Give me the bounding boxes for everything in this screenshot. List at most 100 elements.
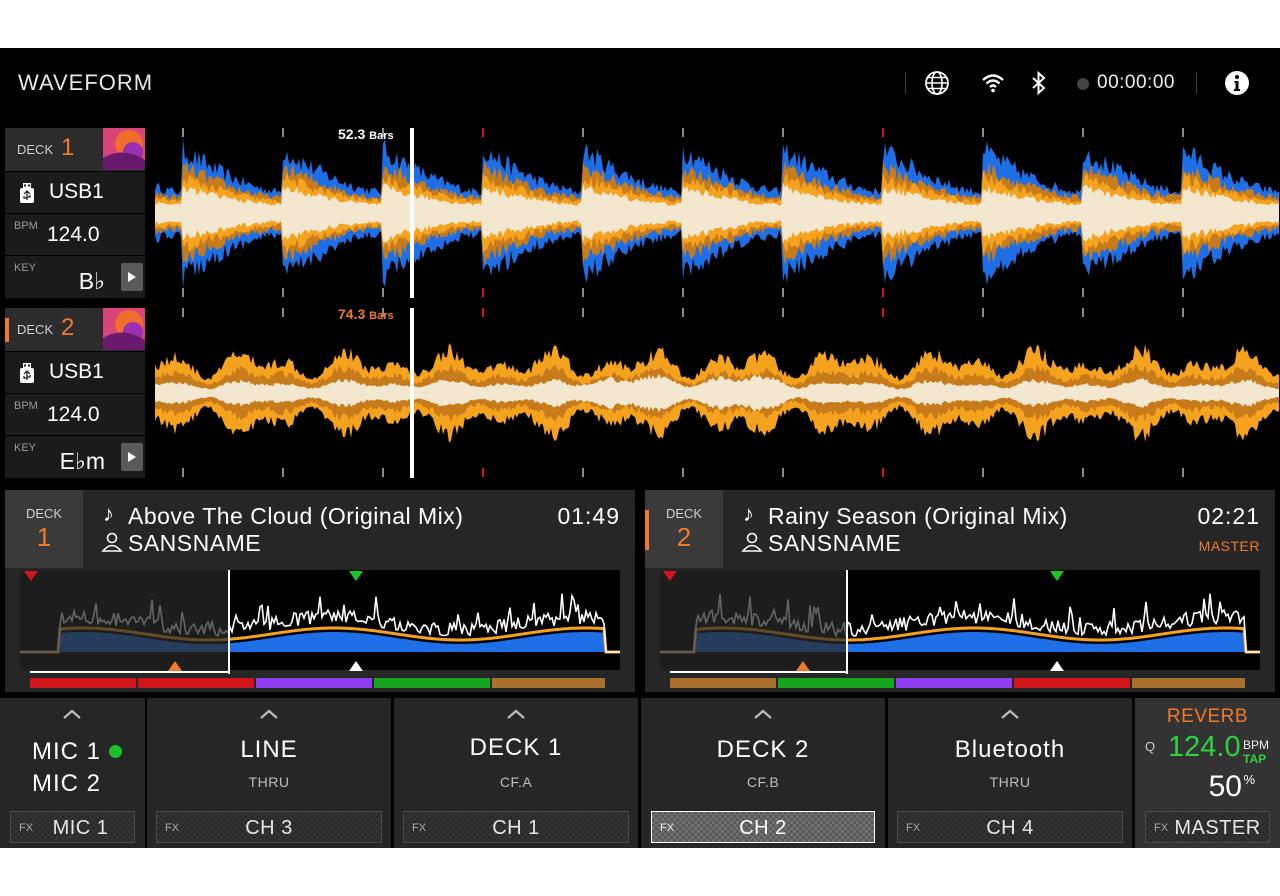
fx-assign-button-ch4[interactable]: FX CH 4 — [897, 811, 1123, 843]
played-region — [20, 570, 228, 670]
waveform-screen: WAVEFORM 00:00:00 DECK 1 USB1 BPM 124.0 … — [0, 48, 1280, 848]
deck-2-bars-counter: 74.3 Bars — [338, 306, 394, 322]
chevron-up-icon[interactable] — [753, 708, 773, 720]
mic-2-label[interactable]: MIC 2 — [32, 770, 101, 798]
mic-1-label[interactable]: MIC 1 — [32, 738, 123, 766]
fx-value: CH 4 — [986, 817, 1034, 839]
beat-marker — [782, 308, 784, 317]
globe-icon[interactable] — [924, 70, 950, 96]
hot-cue-segment — [374, 678, 490, 688]
beat-marker — [182, 128, 184, 137]
deck-2-zoom-waveform[interactable] — [155, 308, 1280, 478]
deck-2-overview-waveform[interactable] — [660, 570, 1260, 690]
key-expand-button[interactable] — [121, 443, 143, 471]
chevron-up-icon[interactable] — [259, 708, 279, 720]
header-divider — [1196, 72, 1197, 94]
beat-marker — [1082, 468, 1084, 477]
progress-line — [30, 671, 228, 673]
beat-marker — [682, 468, 684, 477]
deck-1-zoom-waveform[interactable] — [155, 128, 1280, 298]
channel-bluetooth: Bluetooth THRU FX CH 4 — [888, 698, 1132, 848]
fx-tap-label[interactable]: TAP — [1243, 752, 1266, 766]
beat-marker — [582, 468, 584, 477]
beat-marker — [382, 288, 384, 297]
bpm-caption: BPM — [14, 400, 38, 412]
artist-icon — [741, 532, 763, 552]
beat-marker — [782, 288, 784, 297]
beat-marker — [282, 468, 284, 477]
deck-2-source: USB1 — [5, 351, 145, 394]
beat-marker — [182, 308, 184, 317]
beat-marker — [482, 308, 484, 317]
hot-cue-segment — [1132, 678, 1245, 688]
fx-assign-button-ch3[interactable]: FX CH 3 — [156, 811, 382, 843]
played-region — [660, 570, 846, 670]
deck-2-key: KEY E♭m — [5, 435, 145, 479]
record-time: 00:00:00 — [1097, 72, 1175, 93]
beat-marker — [682, 288, 684, 297]
fx-assign-button-ch2[interactable]: FX CH 2 — [651, 811, 875, 843]
chevron-up-icon[interactable] — [62, 708, 82, 720]
beat-marker — [182, 288, 184, 297]
fx-bpm-label: BPM — [1243, 738, 1270, 752]
chevron-up-icon[interactable] — [1000, 708, 1020, 720]
deck-number: 1 — [36, 522, 52, 552]
beat-marker — [1082, 308, 1084, 317]
bluetooth-icon[interactable] — [1026, 70, 1052, 96]
deck-2-badge[interactable]: DECK 2 — [645, 490, 723, 568]
playhead — [228, 570, 230, 674]
deck-label: DECK — [665, 506, 703, 521]
wifi-icon[interactable] — [980, 70, 1006, 96]
fx-assign-button-ch1[interactable]: FX CH 1 — [403, 811, 629, 843]
deck-number: 1 — [61, 134, 75, 161]
deck-1-overview-waveform[interactable] — [20, 570, 620, 690]
beat-marker — [982, 308, 984, 317]
deck-1-bpm: BPM 124.0 — [5, 213, 145, 256]
master-badge: MASTER — [1198, 538, 1260, 554]
deck-1-badge[interactable]: DECK 1 — [5, 490, 83, 568]
source-label: USB1 — [49, 360, 104, 383]
fx-level-unit: % — [1243, 772, 1255, 787]
music-note-icon: ♪ — [743, 501, 754, 526]
hot-cue-segment — [256, 678, 372, 688]
beat-marker — [682, 308, 684, 317]
beat-marker — [482, 288, 484, 297]
mic-1-text: MIC 1 — [32, 738, 102, 765]
fx-assign-button-master[interactable]: FX MASTER — [1145, 811, 1270, 843]
channel-line: LINE THRU FX CH 3 — [147, 698, 391, 848]
hot-cue-segment — [1014, 678, 1130, 688]
fx-assign-button-mic[interactable]: FX MIC 1 — [10, 811, 135, 843]
key-value: E♭m — [59, 448, 105, 474]
channel-name: DECK 2 — [716, 736, 810, 763]
beat-marker — [282, 308, 284, 317]
key-expand-button[interactable] — [121, 263, 143, 291]
hot-cue-segment — [30, 678, 136, 688]
header-divider — [905, 72, 906, 94]
info-icon[interactable] — [1224, 70, 1250, 96]
bars-unit: Bars — [369, 310, 394, 322]
bpm-value: 124.0 — [47, 223, 100, 246]
source-label: USB1 — [49, 180, 104, 203]
record-dot-icon — [1077, 78, 1089, 90]
key-caption: KEY — [14, 442, 37, 454]
deck-1-header[interactable]: DECK 1 — [5, 128, 145, 171]
chevron-up-icon[interactable] — [506, 708, 526, 720]
bpm-value: 124.0 — [47, 403, 100, 426]
channel-assign: CF.A — [499, 774, 533, 790]
hot-cue-segment — [670, 678, 776, 688]
beat-marker — [182, 468, 184, 477]
beat-marker — [1182, 308, 1184, 317]
beat-fx-panel: REVERB Q 124.0 BPM TAP 50 % FX MASTER — [1135, 698, 1280, 848]
music-note-icon: ♪ — [103, 501, 114, 526]
deck-label: DECK — [25, 506, 63, 521]
beat-marker — [582, 128, 584, 137]
track-title: Above The Cloud (Original Mix) — [128, 503, 464, 529]
channel-deck-2: DECK 2 CF.B FX CH 2 — [641, 698, 885, 848]
channel-name: Bluetooth — [954, 736, 1066, 763]
deck-2-track-panel: DECK 2 ♪ Rainy Season (Original Mix) SAN… — [645, 490, 1275, 692]
fx-effect-name[interactable]: REVERB — [1135, 706, 1280, 728]
deck-2-header[interactable]: DECK 2 — [5, 308, 145, 351]
channel-assign: THRU — [248, 774, 290, 790]
key-value: B♭ — [78, 268, 105, 294]
track-title: Rainy Season (Original Mix) — [768, 503, 1068, 529]
